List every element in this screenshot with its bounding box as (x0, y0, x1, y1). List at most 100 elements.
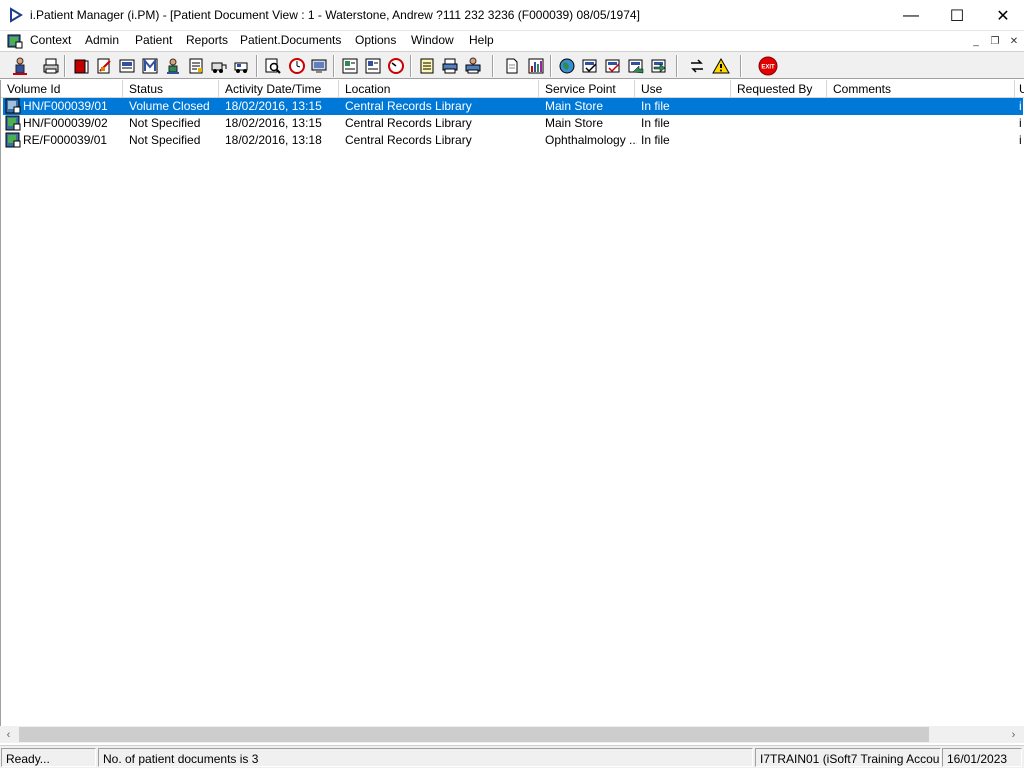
patient-documents-list[interactable]: Volume Id Status Activity Date/Time Loca… (0, 80, 1024, 726)
document-window-icon[interactable] (7, 33, 23, 49)
cell-activity: 18/02/2016, 13:15 (225, 116, 322, 130)
exit-icon: EXIT (758, 56, 778, 76)
column-header-volume-id[interactable]: Volume Id (1, 80, 123, 98)
scroll-right-button[interactable]: › (1005, 726, 1022, 743)
cell-use: In file (641, 99, 670, 113)
cell-status: Not Specified (129, 133, 201, 147)
warning-icon[interactable] (710, 55, 732, 77)
cell-status: Volume Closed (129, 99, 210, 113)
table-row[interactable]: HN/F000039/01 Volume Closed 18/02/2016, … (3, 98, 1023, 115)
minimize-button[interactable]: — (888, 0, 934, 31)
cell-location: Central Records Library (345, 116, 472, 130)
table-row[interactable]: HN/F000039/02 Not Specified 18/02/2016, … (3, 115, 1023, 132)
toolbar-separator (333, 55, 335, 77)
cell-activity: 18/02/2016, 13:18 (225, 133, 322, 147)
monitor-icon[interactable] (308, 55, 330, 77)
cell-extra: i (1019, 116, 1022, 130)
status-ready: Ready... (1, 748, 96, 767)
status-document-count: No. of patient documents is 3 (98, 748, 753, 767)
check-doc-icon[interactable] (579, 55, 601, 77)
edit-doc-icon[interactable] (93, 55, 115, 77)
page-icon[interactable] (501, 55, 523, 77)
printer-person-icon[interactable] (462, 55, 484, 77)
clock-icon[interactable] (286, 55, 308, 77)
volume-icon (5, 115, 21, 131)
green-arrow-doc2-icon[interactable] (648, 55, 670, 77)
cell-extra: i (1019, 133, 1022, 147)
status-account: I7TRAIN01 (iSoft7 Training Account) (755, 748, 941, 767)
horizontal-scrollbar[interactable]: ‹ › (0, 726, 1024, 743)
list-green-icon[interactable] (339, 55, 361, 77)
toolbar-separator (550, 55, 552, 77)
menu-bar: Context Admin Patient Reports Patient.Do… (0, 31, 1024, 51)
mail-icon[interactable] (139, 55, 161, 77)
mdi-restore-button[interactable]: ❐ (987, 34, 1003, 48)
column-header-use[interactable]: Use (635, 80, 731, 98)
globe-icon[interactable] (556, 55, 578, 77)
gauge-icon[interactable] (385, 55, 407, 77)
patient-icon[interactable] (9, 55, 31, 77)
person-id-icon[interactable] (162, 55, 184, 77)
print-icon[interactable] (40, 55, 62, 77)
printer-blue-icon[interactable] (439, 55, 461, 77)
column-header-extra[interactable]: U (1015, 80, 1024, 98)
menu-options[interactable]: Options (355, 33, 396, 47)
cell-service-point: Main Store (545, 116, 604, 130)
cell-volume-id: HN/F000039/02 (23, 116, 108, 130)
chart-icon[interactable] (525, 55, 547, 77)
window-title: i.Patient Manager (i.PM) - [Patient Docu… (30, 8, 640, 22)
view-doc-icon[interactable] (116, 55, 138, 77)
column-header-service-point[interactable]: Service Point (539, 80, 635, 98)
close-button[interactable]: ✕ (980, 0, 1024, 31)
green-arrow-doc-icon[interactable] (625, 55, 647, 77)
column-header-comments[interactable]: Comments (827, 80, 1015, 98)
table-row[interactable]: RE/F000039/01 Not Specified 18/02/2016, … (3, 132, 1023, 149)
scroll-left-button[interactable]: ‹ (0, 726, 17, 743)
mdi-close-button[interactable]: ✕ (1006, 34, 1022, 48)
menu-window[interactable]: Window (411, 33, 454, 47)
menu-reports[interactable]: Reports (186, 33, 228, 47)
yellow-note-icon[interactable] (416, 55, 438, 77)
cell-service-point: Ophthalmology ... (545, 133, 637, 147)
book-red-icon[interactable] (70, 55, 92, 77)
cell-use: In file (641, 133, 670, 147)
scrollbar-thumb[interactable] (19, 727, 929, 742)
column-header-activity[interactable]: Activity Date/Time (219, 80, 339, 98)
cell-extra: i (1019, 99, 1022, 113)
notes-icon[interactable] (185, 55, 207, 77)
volume-icon (5, 98, 21, 114)
toolbar: EXIT (0, 51, 1024, 79)
toolbar-separator (676, 55, 678, 77)
menu-help[interactable]: Help (469, 33, 494, 47)
menu-patient[interactable]: Patient (135, 33, 172, 47)
cell-location: Central Records Library (345, 99, 472, 113)
check-doc2-icon[interactable] (602, 55, 624, 77)
menu-admin[interactable]: Admin (85, 33, 119, 47)
toolbar-separator (256, 55, 258, 77)
exit-button[interactable]: EXIT (757, 55, 779, 77)
volume-icon (5, 132, 21, 148)
column-header-requested-by[interactable]: Requested By (731, 80, 827, 98)
cell-service-point: Main Store (545, 99, 604, 113)
toolbar-separator (410, 55, 412, 77)
swap-icon[interactable] (686, 55, 708, 77)
maximize-button[interactable]: ☐ (934, 0, 980, 31)
status-bar: Ready... No. of patient documents is 3 I… (0, 745, 1024, 768)
transport-icon[interactable] (231, 55, 253, 77)
transfer-icon[interactable] (208, 55, 230, 77)
toolbar-separator (492, 55, 494, 77)
search-doc-icon[interactable] (262, 55, 284, 77)
toolbar-separator (64, 55, 66, 77)
list-header: Volume Id Status Activity Date/Time Loca… (1, 80, 1024, 98)
column-header-location[interactable]: Location (339, 80, 539, 98)
cell-activity: 18/02/2016, 13:15 (225, 99, 322, 113)
title-bar: i.Patient Manager (i.PM) - [Patient Docu… (0, 0, 1024, 31)
menu-patient-documents[interactable]: Patient.Documents (240, 33, 341, 47)
cell-volume-id: HN/F000039/01 (23, 99, 108, 113)
column-header-status[interactable]: Status (123, 80, 219, 98)
app-logo-icon (10, 7, 23, 23)
mdi-minimize-button[interactable]: _ (968, 34, 984, 48)
toolbar-separator (740, 55, 742, 77)
list-blue-icon[interactable] (362, 55, 384, 77)
menu-context[interactable]: Context (30, 33, 71, 47)
